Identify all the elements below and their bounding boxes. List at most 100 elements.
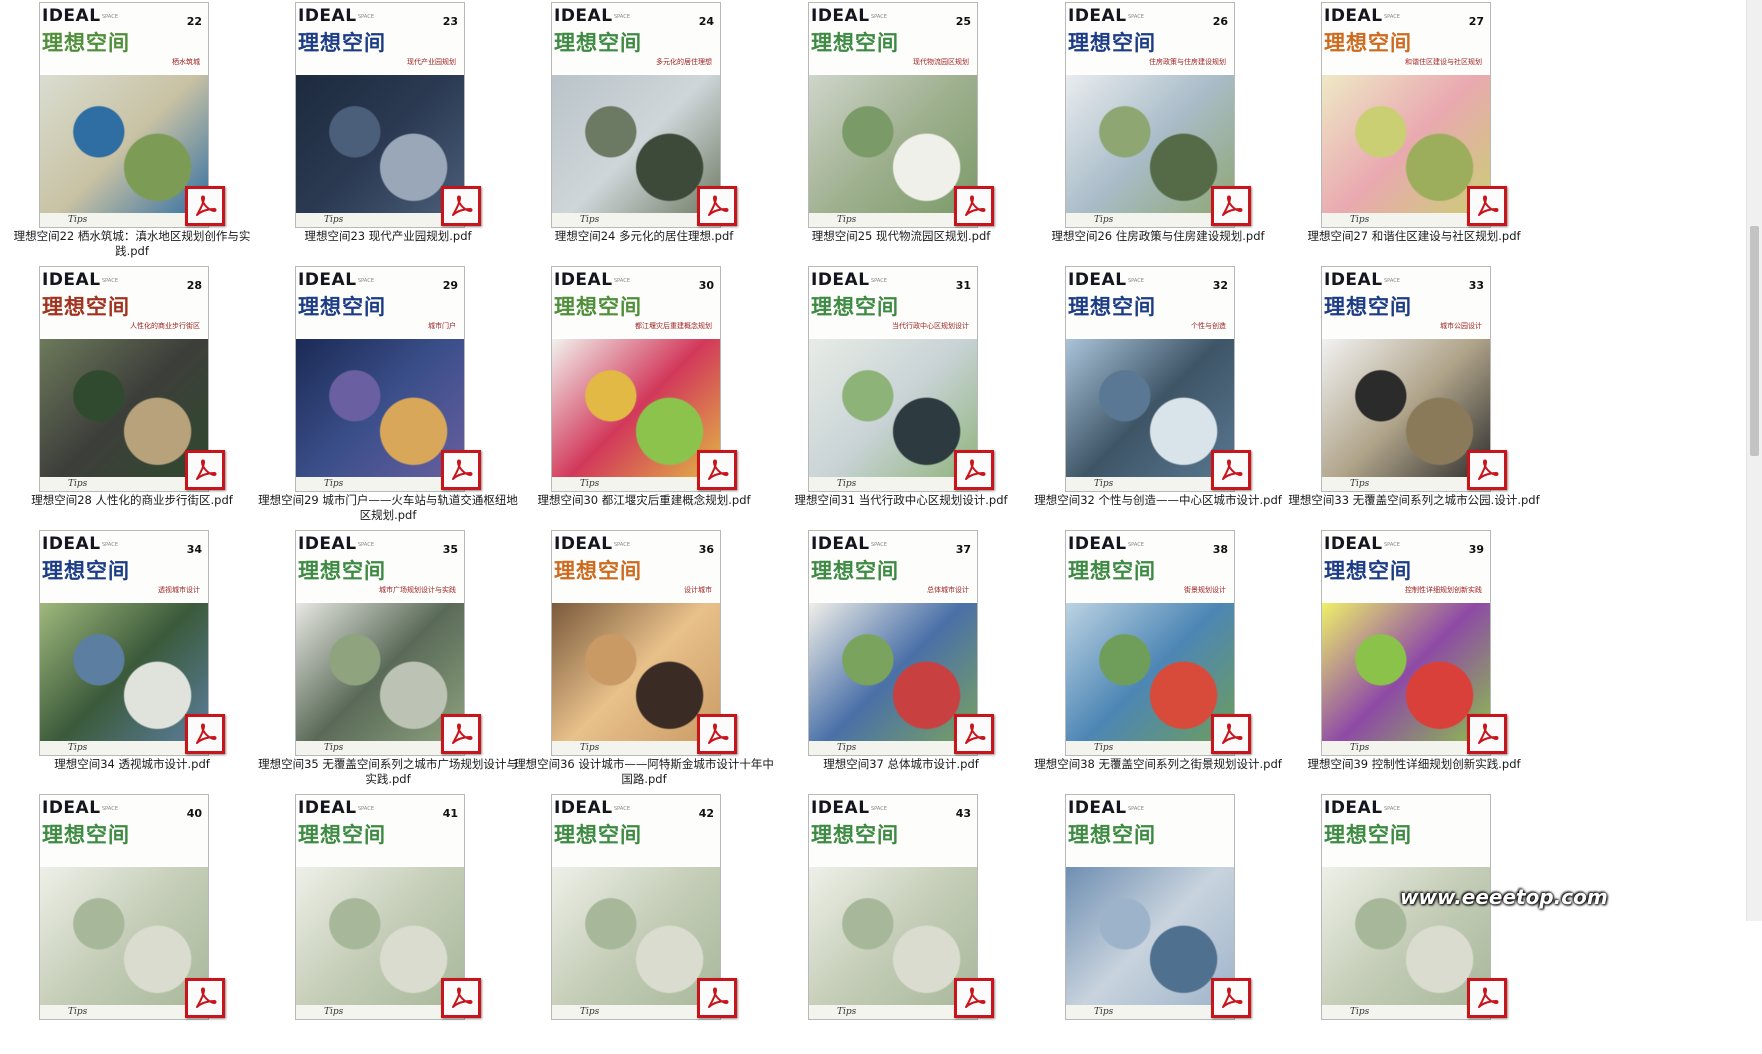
cover-subtitle: 都江堰灾后重建概念规划 xyxy=(635,322,712,330)
pdf-thumbnail[interactable]: IDEAL SPACE 29 理想空间 城市门户 Tips xyxy=(295,266,465,492)
cover-tips-text: Tips xyxy=(837,1007,857,1017)
file-item[interactable]: IDEAL SPACE 23 理想空间 现代产业园规划 Tips 理想空间23 现代产业园规… xyxy=(258,0,518,262)
acrobat-icon xyxy=(452,195,473,216)
file-name-label[interactable]: 理想空间34 透视城市设计.pdf xyxy=(2,757,262,772)
cover-footer: Tips xyxy=(296,213,464,227)
pdf-thumbnail[interactable]: IDEAL SPACE 37 理想空间 总体城市设计 Tips xyxy=(808,530,978,756)
vertical-scrollbar[interactable] xyxy=(1746,0,1762,921)
file-name-label[interactable]: 理想空间25 现代物流园区规划.pdf xyxy=(771,229,1031,244)
cover-chinese-title: 理想空间 xyxy=(1324,823,1412,847)
cover-footer: Tips xyxy=(1322,1005,1490,1019)
file-item[interactable]: IDEAL SPACE 43 理想空间 Tips xyxy=(771,792,1031,1054)
cover-footer: Tips xyxy=(1066,477,1234,491)
file-item[interactable]: IDEAL SPACE 37 理想空间 总体城市设计 Tips 理想空间37 总体城市设计.… xyxy=(771,528,1031,790)
cover-issue-number: 25 xyxy=(955,15,971,28)
file-item[interactable]: IDEAL SPACE 32 理想空间 个性与创造 Tips 理想空间32 个性与创造——中… xyxy=(1028,264,1288,526)
file-name-label[interactable]: 理想空间38 无覆盖空间系列之街景规划设计.pdf xyxy=(1028,757,1288,772)
cover-subtitle: 现代产业园规划 xyxy=(407,58,456,66)
file-name-label[interactable]: 理想空间31 当代行政中心区规划设计.pdf xyxy=(771,493,1031,508)
cover-issue-number: 26 xyxy=(1212,15,1228,28)
pdf-thumbnail[interactable]: IDEAL SPACE 39 理想空间 控制性详细规划创新实践 Tips xyxy=(1321,530,1491,756)
file-item[interactable]: IDEAL SPACE 理想空间 Tips xyxy=(1284,792,1544,1054)
file-item[interactable]: IDEAL SPACE 26 理想空间 住房政策与住房建设规划 Tips 理想空间26 住房… xyxy=(1028,0,1288,262)
file-item[interactable]: IDEAL SPACE 29 理想空间 城市门户 Tips 理想空间29 城市门户——火车站… xyxy=(258,264,518,526)
file-item[interactable]: IDEAL SPACE 28 理想空间 人性化的商业步行街区 Tips 理想空间28 人性化… xyxy=(2,264,262,526)
acrobat-icon xyxy=(196,987,217,1008)
cover-artwork xyxy=(809,867,977,1009)
pdf-thumbnail[interactable]: IDEAL SPACE 28 理想空间 人性化的商业步行街区 Tips xyxy=(39,266,209,492)
file-item[interactable]: IDEAL SPACE 30 理想空间 都江堰灾后重建概念规划 Tips 理想空间30 都江… xyxy=(514,264,774,526)
file-item[interactable]: IDEAL SPACE 31 理想空间 当代行政中心区规划设计 Tips 理想空间31 当代… xyxy=(771,264,1031,526)
cover-space-word: SPACE xyxy=(358,806,374,812)
file-name-label[interactable]: 理想空间28 人性化的商业步行街区.pdf xyxy=(2,493,262,508)
file-item[interactable]: IDEAL SPACE 34 理想空间 透视城市设计 Tips 理想空间34 透视城市设计.… xyxy=(2,528,262,790)
pdf-thumbnail[interactable]: IDEAL SPACE 30 理想空间 都江堰灾后重建概念规划 Tips xyxy=(551,266,721,492)
cover-subtitle: 街景规划设计 xyxy=(1184,586,1226,594)
pdf-thumbnail[interactable]: IDEAL SPACE 42 理想空间 Tips xyxy=(551,794,721,1020)
file-item[interactable]: IDEAL SPACE 41 理想空间 Tips xyxy=(258,792,518,1054)
cover-brand: IDEAL xyxy=(554,534,613,554)
pdf-thumbnail[interactable]: IDEAL SPACE 32 理想空间 个性与创造 Tips xyxy=(1065,266,1235,492)
cover-brand: IDEAL xyxy=(811,798,870,818)
pdf-file-icon xyxy=(1211,450,1251,490)
file-item[interactable]: IDEAL SPACE 24 理想空间 多元化的居住理想 Tips 理想空间24 多元化的居… xyxy=(514,0,774,262)
cover-issue-number: 24 xyxy=(698,15,714,28)
file-name-label[interactable]: 理想空间26 住房政策与住房建设规划.pdf xyxy=(1028,229,1288,244)
pdf-thumbnail[interactable]: IDEAL SPACE 35 理想空间 城市广场规划设计与实践 Tips xyxy=(295,530,465,756)
cover-artwork xyxy=(1066,75,1234,217)
pdf-thumbnail[interactable]: IDEAL SPACE 41 理想空间 Tips xyxy=(295,794,465,1020)
cover-artwork xyxy=(1066,867,1234,1009)
cover-space-word: SPACE xyxy=(871,542,887,548)
file-name-label[interactable]: 理想空间23 现代产业园规划.pdf xyxy=(258,229,518,244)
file-name-label[interactable]: 理想空间24 多元化的居住理想.pdf xyxy=(514,229,774,244)
pdf-thumbnail[interactable]: IDEAL SPACE 23 理想空间 现代产业园规划 Tips xyxy=(295,2,465,228)
cover-brand: IDEAL xyxy=(298,798,357,818)
file-item[interactable]: IDEAL SPACE 38 理想空间 街景规划设计 Tips 理想空间38 无覆盖空间系列… xyxy=(1028,528,1288,790)
pdf-file-icon xyxy=(697,714,737,754)
file-name-label[interactable]: 理想空间29 城市门户——火车站与轨道交通枢纽地区规划.pdf xyxy=(258,493,518,523)
acrobat-icon xyxy=(965,987,986,1008)
cover-subtitle: 现代物流园区规划 xyxy=(913,58,969,66)
file-name-label[interactable]: 理想空间27 和谐住区建设与社区规划.pdf xyxy=(1284,229,1544,244)
file-item[interactable]: IDEAL SPACE 42 理想空间 Tips xyxy=(514,792,774,1054)
file-item[interactable]: IDEAL SPACE 33 理想空间 城市公园设计 Tips 理想空间33 无覆盖空间系列… xyxy=(1284,264,1544,526)
pdf-thumbnail[interactable]: IDEAL SPACE 27 理想空间 和谐住区建设与社区规划 Tips xyxy=(1321,2,1491,228)
file-item[interactable]: IDEAL SPACE 25 理想空间 现代物流园区规划 Tips 理想空间25 现代物流园… xyxy=(771,0,1031,262)
pdf-thumbnail[interactable]: IDEAL SPACE 36 理想空间 设计城市 Tips xyxy=(551,530,721,756)
file-name-label[interactable]: 理想空间35 无覆盖空间系列之城市广场规划设计与实践.pdf xyxy=(258,757,518,787)
pdf-thumbnail[interactable]: IDEAL SPACE 理想空间 Tips xyxy=(1065,794,1235,1020)
pdf-thumbnail[interactable]: IDEAL SPACE 24 理想空间 多元化的居住理想 Tips xyxy=(551,2,721,228)
file-name-label[interactable]: 理想空间22 栖水筑城：滇水地区规划创作与实践.pdf xyxy=(2,229,262,259)
cover-tips-text: Tips xyxy=(68,1007,88,1017)
file-item[interactable]: IDEAL SPACE 22 理想空间 栖水筑城 Tips 理想空间22 栖水筑城：滇水地区… xyxy=(2,0,262,262)
file-item[interactable]: IDEAL SPACE 39 理想空间 控制性详细规划创新实践 Tips 理想空间39 控制… xyxy=(1284,528,1544,790)
cover-space-word: SPACE xyxy=(1384,806,1400,812)
acrobat-icon xyxy=(1222,195,1243,216)
pdf-thumbnail[interactable]: IDEAL SPACE 38 理想空间 街景规划设计 Tips xyxy=(1065,530,1235,756)
pdf-thumbnail[interactable]: IDEAL SPACE 22 理想空间 栖水筑城 Tips xyxy=(39,2,209,228)
file-item[interactable]: IDEAL SPACE 35 理想空间 城市广场规划设计与实践 Tips 理想空间35 无覆… xyxy=(258,528,518,790)
cover-header: IDEAL SPACE 41 理想空间 xyxy=(296,795,464,865)
file-name-label[interactable]: 理想空间30 都江堰灾后重建概念规划.pdf xyxy=(514,493,774,508)
cover-footer: Tips xyxy=(40,741,208,755)
cover-chinese-title: 理想空间 xyxy=(298,823,386,847)
scrollbar-thumb[interactable] xyxy=(1750,226,1759,456)
pdf-thumbnail[interactable]: IDEAL SPACE 34 理想空间 透视城市设计 Tips xyxy=(39,530,209,756)
file-item[interactable]: IDEAL SPACE 27 理想空间 和谐住区建设与社区规划 Tips 理想空间27 和谐… xyxy=(1284,0,1544,262)
file-name-label[interactable]: 理想空间33 无覆盖空间系列之城市公园.设计.pdf xyxy=(1284,493,1544,508)
file-name-label[interactable]: 理想空间39 控制性详细规划创新实践.pdf xyxy=(1284,757,1544,772)
file-name-label[interactable]: 理想空间37 总体城市设计.pdf xyxy=(771,757,1031,772)
file-item[interactable]: IDEAL SPACE 40 理想空间 Tips xyxy=(2,792,262,1054)
cover-chinese-title: 理想空间 xyxy=(554,823,642,847)
file-item[interactable]: IDEAL SPACE 36 理想空间 设计城市 Tips 理想空间36 设计城市——阿特斯… xyxy=(514,528,774,790)
file-name-label[interactable]: 理想空间36 设计城市——阿特斯金城市设计十年中国路.pdf xyxy=(514,757,774,787)
pdf-thumbnail[interactable]: IDEAL SPACE 40 理想空间 Tips xyxy=(39,794,209,1020)
pdf-thumbnail[interactable]: IDEAL SPACE 31 理想空间 当代行政中心区规划设计 Tips xyxy=(808,266,978,492)
pdf-thumbnail[interactable]: IDEAL SPACE 26 理想空间 住房政策与住房建设规划 Tips xyxy=(1065,2,1235,228)
file-name-label[interactable]: 理想空间32 个性与创造——中心区城市设计.pdf xyxy=(1028,493,1288,508)
file-item[interactable]: IDEAL SPACE 理想空间 Tips xyxy=(1028,792,1288,1054)
pdf-thumbnail[interactable]: IDEAL SPACE 25 理想空间 现代物流园区规划 Tips xyxy=(808,2,978,228)
cover-footer: Tips xyxy=(809,741,977,755)
pdf-thumbnail[interactable]: IDEAL SPACE 33 理想空间 城市公园设计 Tips xyxy=(1321,266,1491,492)
pdf-thumbnail[interactable]: IDEAL SPACE 43 理想空间 Tips xyxy=(808,794,978,1020)
